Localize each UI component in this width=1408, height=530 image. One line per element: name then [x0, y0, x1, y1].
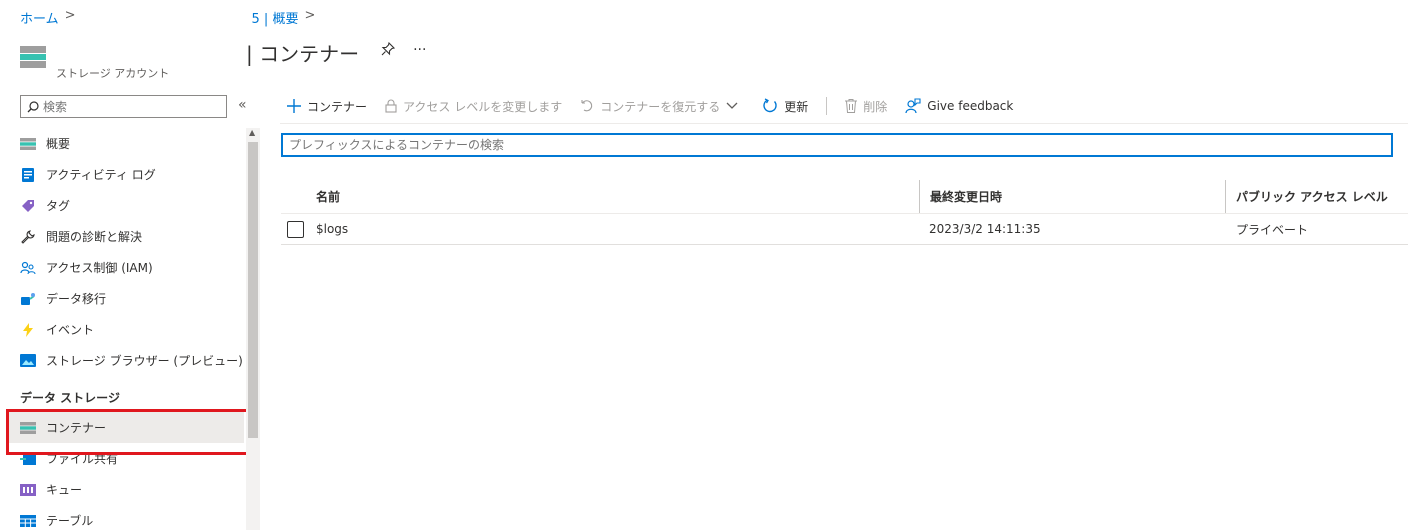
more-options-icon[interactable]: ··· [413, 42, 426, 60]
sidebar-nav: 概要 アクティビティ ログ タグ 問題の診断と解決 アクセス制御 (IAM) デ… [8, 128, 244, 530]
breadcrumb-home[interactable]: ホーム [20, 8, 59, 27]
toolbar-divider-line [280, 123, 1408, 124]
breadcrumb-redacted [82, 8, 252, 27]
sidebar-item-label: アクティビティ ログ [46, 168, 156, 182]
column-header-modified[interactable]: 最終変更日時 [919, 180, 1225, 213]
lightning-icon [20, 322, 36, 338]
sidebar-section-data-storage: データ ストレージ [20, 390, 120, 405]
sidebar-item-activity-log[interactable]: アクティビティ ログ [8, 159, 244, 190]
give-feedback-button[interactable]: Give feedback [905, 98, 1013, 114]
scroll-up-icon[interactable]: ▲ [249, 128, 255, 137]
container-search-input[interactable] [289, 138, 1379, 152]
column-header-name[interactable]: 名前 [281, 188, 919, 205]
sidebar-item-data-migration[interactable]: データ移行 [8, 283, 244, 314]
undo-icon [580, 99, 594, 113]
add-container-button[interactable]: コンテナー [287, 98, 367, 115]
breadcrumb-parent[interactable]: 5 | 概要 [252, 8, 299, 27]
sidebar-search-input[interactable] [43, 99, 213, 114]
sidebar-item-label: 問題の診断と解決 [46, 230, 143, 244]
delete-button[interactable]: 削除 [845, 98, 887, 115]
pin-icon[interactable] [381, 41, 396, 60]
sidebar-item-iam[interactable]: アクセス制御 (IAM) [8, 252, 244, 283]
breadcrumb-separator: > [304, 8, 316, 23]
account-name-redacted [58, 46, 238, 64]
sidebar: « 概要 アクティビティ ログ タグ 問題の診断と解決 アクセス制御 (IAM)… [0, 92, 262, 530]
queue-icon [20, 482, 36, 498]
give-feedback-label: Give feedback [927, 99, 1014, 113]
breadcrumb-separator: > [64, 8, 76, 23]
table-row[interactable]: $logs 2023/3/2 14:11:35 プライベート [281, 214, 1408, 245]
change-access-level-label: アクセス レベルを変更します [403, 99, 563, 114]
wrench-icon [20, 229, 36, 245]
row-checkbox[interactable] [287, 220, 304, 238]
lock-icon [385, 99, 397, 113]
toolbar-divider [826, 97, 828, 115]
sidebar-item-label: キュー [46, 483, 83, 497]
refresh-label: 更新 [784, 99, 809, 114]
storage-account-icon [20, 46, 46, 68]
sidebar-item-label: タグ [46, 199, 71, 213]
sidebar-scrollbar-thumb[interactable] [248, 142, 258, 438]
chevron-down-icon [726, 102, 738, 110]
sidebar-item-label: 概要 [46, 137, 71, 151]
plus-icon [287, 99, 301, 113]
trash-icon [845, 99, 858, 113]
cell-name: $logs [281, 220, 919, 238]
container-filter[interactable] [281, 133, 1393, 157]
page-subtitle: ストレージ アカウント [56, 67, 170, 80]
table-header: 名前 最終変更日時 パブリック アクセス レベル [281, 180, 1408, 214]
storage-browser-icon [20, 353, 36, 369]
overview-icon [20, 136, 36, 152]
people-icon [20, 260, 36, 276]
column-header-access-level[interactable]: パブリック アクセス レベル [1225, 180, 1408, 213]
restore-container-label: コンテナーを復元する [600, 99, 721, 114]
sidebar-search[interactable] [20, 95, 227, 118]
sidebar-item-label: テーブル [46, 514, 94, 528]
sidebar-item-tags[interactable]: タグ [8, 190, 244, 221]
collapse-sidebar-icon[interactable]: « [238, 97, 247, 113]
breadcrumb: ホーム > 5 | 概要 > [20, 8, 321, 27]
sidebar-item-label: データ移行 [46, 292, 107, 306]
restore-container-button[interactable]: コンテナーを復元する [580, 98, 744, 115]
delete-label: 削除 [863, 99, 888, 114]
tag-icon [20, 198, 36, 214]
refresh-icon [762, 98, 778, 114]
cell-modified: 2023/3/2 14:11:35 [929, 222, 1041, 236]
command-bar: コンテナー アクセス レベルを変更します コンテナーを復元する 更新 削除 Gi… [287, 94, 1031, 118]
sidebar-item-storage-browser[interactable]: ストレージ ブラウザー (プレビュー) [8, 345, 244, 376]
table-icon [20, 513, 36, 529]
refresh-button[interactable]: 更新 [762, 98, 808, 115]
search-icon [27, 100, 39, 112]
activity-log-icon [20, 167, 36, 183]
sidebar-item-queues[interactable]: キュー [8, 474, 244, 505]
sidebar-item-tables[interactable]: テーブル [8, 505, 244, 530]
containers-table: 名前 最終変更日時 パブリック アクセス レベル $logs 2023/3/2 … [281, 180, 1408, 245]
feedback-icon [905, 98, 921, 114]
sidebar-item-label: ストレージ ブラウザー (プレビュー) [46, 354, 243, 368]
change-access-level-button[interactable]: アクセス レベルを変更します [385, 98, 562, 115]
add-container-label: コンテナー [307, 99, 368, 114]
sidebar-item-overview[interactable]: 概要 [8, 128, 244, 159]
data-migration-icon [20, 291, 36, 307]
page-title: | コンテナー [246, 42, 360, 66]
sidebar-item-diagnose[interactable]: 問題の診断と解決 [8, 221, 244, 252]
container-name-link[interactable]: $logs [316, 222, 348, 236]
cell-access-level: プライベート [1236, 222, 1309, 237]
sidebar-item-events[interactable]: イベント [8, 314, 244, 345]
sidebar-item-label: イベント [46, 323, 95, 337]
highlight-box [6, 409, 254, 455]
sidebar-item-label: アクセス制御 (IAM) [46, 261, 153, 275]
